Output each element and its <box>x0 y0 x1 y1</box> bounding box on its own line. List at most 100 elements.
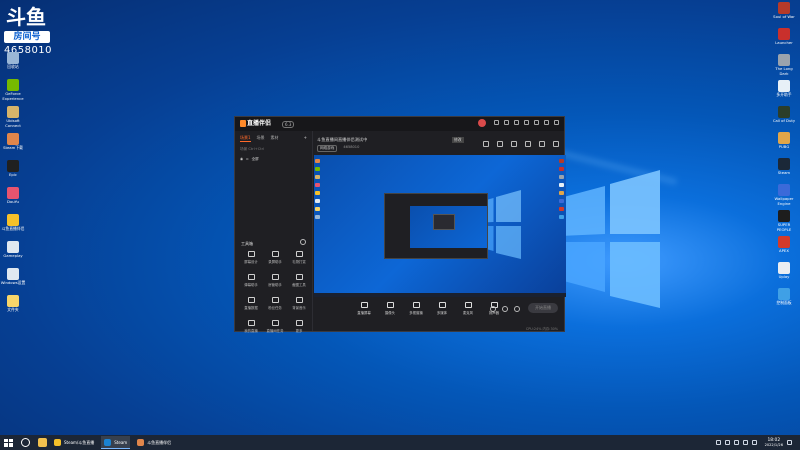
tool-label: 屏幕设计 <box>244 260 258 264</box>
network-icon[interactable] <box>733 440 739 445</box>
lock-icon[interactable] <box>497 141 503 147</box>
tool-button[interactable]: 录屏助手 <box>263 251 287 264</box>
start-live-button[interactable]: 开始直播 <box>528 303 558 313</box>
right-shortcut[interactable]: Launcher <box>771 28 797 46</box>
tab-scene[interactable]: 场景 <box>257 135 265 142</box>
right-shortcut[interactable]: Uplay <box>771 262 797 280</box>
left-shortcut[interactable]: Steam下载 <box>0 133 26 151</box>
tool-button[interactable]: 直播数据 <box>239 297 263 310</box>
left-shortcut[interactable]: Epic <box>0 160 26 178</box>
avatar[interactable] <box>478 119 486 127</box>
multi-view-label: 多视窗播 <box>409 311 423 315</box>
app-icon <box>54 439 61 446</box>
taskbar-app[interactable]: Steam/斗鱼直播 <box>51 436 97 449</box>
tool-button[interactable]: 礼物打赏 <box>287 251 311 264</box>
tool-icon <box>247 320 255 326</box>
notification-icon[interactable] <box>787 440 792 445</box>
gift-icon[interactable] <box>514 120 519 125</box>
edit-title-button[interactable]: 修改 <box>452 137 464 143</box>
right-shortcut[interactable]: Call of Duty <box>771 106 797 124</box>
mail-icon[interactable] <box>504 120 509 125</box>
tool-button[interactable]: 截图工具 <box>287 274 311 287</box>
tool-label: 直播间任务 <box>266 329 284 333</box>
media-label: 多媒体 <box>436 311 448 315</box>
tool-icon <box>247 297 255 303</box>
right-shortcut[interactable]: Wallpaper Engine <box>771 184 797 206</box>
tool-button[interactable]: 直播间任务 <box>263 320 287 333</box>
left-shortcut[interactable]: DouYu <box>0 187 26 205</box>
left-shortcut[interactable]: Windows设置 <box>0 268 26 286</box>
left-shortcut[interactable]: 文件夹 <box>0 295 26 313</box>
chevron-up-icon[interactable] <box>724 440 730 445</box>
tab-scene1[interactable]: 场景1 <box>240 135 251 142</box>
tool-button[interactable]: 我的直播 <box>239 320 263 333</box>
left-shortcut-label: Windows设置 <box>0 280 26 285</box>
taskbar-app[interactable]: Steam <box>101 436 131 449</box>
right-shortcut-icon <box>778 2 790 14</box>
stream-preview[interactable] <box>314 155 566 297</box>
tab-material[interactable]: 素材 <box>271 135 279 142</box>
minimize-icon[interactable] <box>534 120 539 125</box>
people-icon[interactable] <box>715 440 721 445</box>
left-shortcut[interactable]: 回收站 <box>0 52 26 70</box>
settings-icon[interactable] <box>300 239 306 245</box>
right-shortcut[interactable]: Steam <box>771 158 797 176</box>
tool-button[interactable]: 房管助手 <box>263 274 287 287</box>
start-button[interactable] <box>3 438 13 448</box>
preview-panel: 斗鱼直播间直播伴侣测试中 修改 网络游戏 4658010 直播屏幕 摄像头 多视… <box>314 131 566 333</box>
room-title[interactable]: 斗鱼直播间直播伴侣测试中 <box>317 137 367 143</box>
preview-taskbar <box>314 293 566 297</box>
right-shortcut[interactable]: APEX <box>771 236 797 254</box>
left-shortcut[interactable]: Gameplay <box>0 241 26 259</box>
left-shortcut-icon <box>7 52 19 64</box>
tool-button[interactable]: 屏幕设计 <box>239 251 263 264</box>
left-shortcut-label: Ubisoft Connect <box>5 118 21 128</box>
fullscreen-icon[interactable] <box>525 141 531 147</box>
right-shortcut[interactable]: The Long Dark <box>771 54 797 76</box>
search-icon[interactable] <box>21 438 30 447</box>
tool-icon <box>247 274 255 280</box>
left-shortcut[interactable]: 斗鱼直播伴侣 <box>0 214 26 232</box>
file-explorer-icon[interactable] <box>38 438 47 447</box>
add-scene-icon[interactable]: + <box>304 135 307 142</box>
right-shortcut-label: 控制面板 <box>776 300 792 305</box>
category-pill[interactable]: 网络游戏 <box>317 145 338 152</box>
input-method-icon[interactable] <box>751 440 757 445</box>
left-shortcut[interactable]: Ubisoft Connect <box>0 106 26 128</box>
bell-icon[interactable] <box>539 141 545 147</box>
record-icon[interactable] <box>490 306 496 312</box>
tool-button[interactable]: 粉丝任务 <box>263 297 287 310</box>
taskbar-app[interactable]: 斗鱼直播伴侣 <box>134 436 174 449</box>
taskbar-app-label: Steam <box>114 439 128 445</box>
menu-icon[interactable] <box>524 120 529 125</box>
maximize-icon[interactable] <box>544 120 549 125</box>
camera-icon[interactable] <box>483 141 489 147</box>
right-shortcut[interactable]: PUBG <box>771 132 797 150</box>
live-assistant-window: 直播伴侣 6.3 场景1 场景 素材 + 场景 Ctrl+Ctrl ◉ ▫ 全屏… <box>234 116 566 333</box>
preview-desktop-icons-left <box>315 159 321 223</box>
share-icon[interactable] <box>553 141 559 147</box>
version-badge[interactable]: 6.3 <box>282 121 295 128</box>
layer-row[interactable]: ◉ ▫ 全屏 <box>235 153 312 166</box>
tool-button[interactable]: 更多 <box>287 320 311 333</box>
left-shortcut[interactable]: GeForce Experience <box>0 79 26 101</box>
folder-icon[interactable] <box>511 141 517 147</box>
right-shortcut[interactable]: 多开助手 <box>771 80 797 98</box>
right-shortcut[interactable]: 控制面板 <box>771 288 797 306</box>
tool-button[interactable]: 弹幕助手 <box>239 274 263 287</box>
volume-icon[interactable] <box>742 440 748 445</box>
eye-icon[interactable]: ◉ <box>240 157 243 162</box>
settings-icon[interactable] <box>502 306 508 312</box>
source-bar: 直播屏幕 摄像头 多视窗播 多媒体 麦克风 扬声器 开始直播 CPU:24% 内… <box>314 299 564 333</box>
right-shortcut[interactable]: SUPER PEOPLE <box>771 210 797 232</box>
right-shortcut[interactable]: Soul of War <box>771 2 797 20</box>
heart-icon[interactable] <box>494 120 499 125</box>
svg-text:斗鱼: 斗鱼 <box>6 5 46 28</box>
close-icon[interactable] <box>554 120 559 125</box>
gear-icon[interactable] <box>514 306 520 312</box>
lock-icon[interactable]: ▫ <box>246 157 248 162</box>
clock[interactable]: 18:02 2022/1/26 <box>765 438 783 448</box>
tool-button[interactable]: 背景音乐 <box>287 297 311 310</box>
room-meta: 4658010 <box>343 145 360 149</box>
right-shortcut-label: Steam <box>777 170 791 175</box>
